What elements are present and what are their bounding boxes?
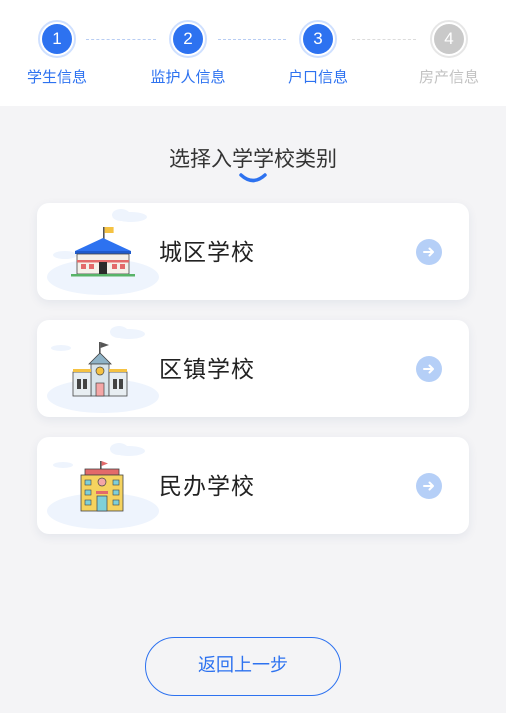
school-type-title: 城区学校 [159, 240, 255, 266]
progress-stepper: 1 学生信息 2 监护人信息 3 户口信息 4 房产信息 [0, 0, 506, 106]
school-type-card-town[interactable]: 区镇学校 [37, 320, 469, 417]
school-type-card-city[interactable]: 城区学校 [37, 203, 469, 300]
step-number-badge: 3 [299, 20, 337, 58]
step-guardian-info[interactable]: 2 监护人信息 [133, 20, 243, 87]
step-number-badge: 2 [169, 20, 207, 58]
step-label: 房产信息 [418, 68, 479, 86]
step-label: 学生信息 [26, 68, 87, 86]
step-property-info: 4 房产信息 [394, 20, 504, 87]
title-underline-icon [239, 173, 267, 183]
page: 1 学生信息 2 监护人信息 3 户口信息 4 房产信息 选择入学学校类别 城区… [0, 0, 506, 713]
step-label: 户口信息 [287, 68, 348, 86]
private-school-icon [47, 443, 159, 529]
arrow-right-icon[interactable] [416, 356, 442, 382]
city-school-icon [47, 209, 159, 295]
step-household-info[interactable]: 3 户口信息 [263, 20, 373, 87]
school-type-title: 民办学校 [159, 474, 255, 500]
back-button[interactable]: 返回上一步 [145, 637, 341, 696]
arrow-right-icon[interactable] [416, 473, 442, 499]
page-title: 选择入学学校类别 [169, 147, 337, 171]
school-type-title: 区镇学校 [159, 357, 255, 383]
step-label: 监护人信息 [150, 68, 226, 86]
arrow-right-icon[interactable] [416, 239, 442, 265]
school-type-card-private[interactable]: 民办学校 [37, 437, 469, 534]
step-number-badge: 1 [38, 20, 76, 58]
step-student-info[interactable]: 1 学生信息 [2, 20, 112, 87]
town-school-icon [47, 326, 159, 413]
step-number-badge: 4 [430, 20, 468, 58]
